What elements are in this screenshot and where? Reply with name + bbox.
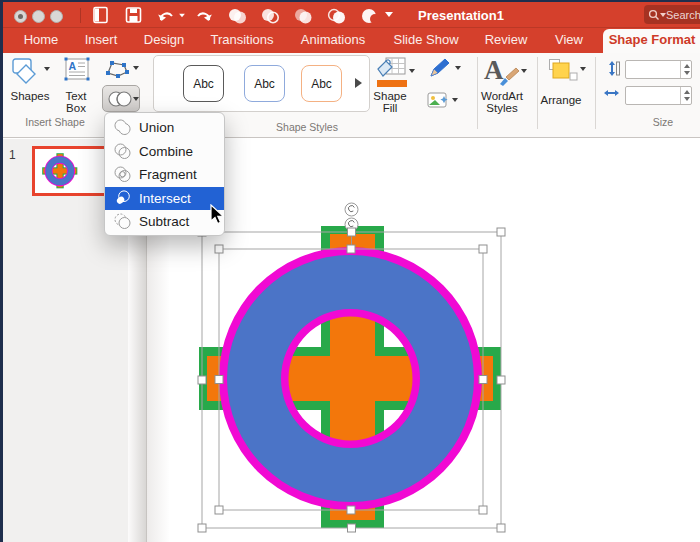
undo-icon[interactable] (157, 8, 175, 22)
cursor-pointer (209, 204, 225, 226)
tab-review[interactable]: Review (485, 27, 528, 53)
merge-intersect-icon[interactable] (326, 7, 348, 25)
merge-shapes-button[interactable] (102, 85, 140, 112)
menu-item-intersect[interactable]: Intersect (105, 187, 224, 211)
shape-outline-icon[interactable] (428, 57, 453, 79)
tab-animations[interactable]: Animations (301, 27, 365, 53)
shape-effects-icon[interactable] (427, 90, 450, 111)
shape-fill-caret[interactable] (409, 69, 415, 73)
size-group-label: Size (653, 116, 673, 128)
wordart-brush-icon (498, 67, 520, 87)
new-presentation-icon[interactable] (92, 6, 109, 24)
titlebar-separator (80, 8, 81, 23)
shape-styles-group-label: Shape Styles (276, 121, 338, 133)
combine-icon (113, 142, 132, 161)
tab-transitions[interactable]: Transitions (210, 27, 273, 53)
width-stepper[interactable] (680, 87, 691, 104)
shape-outline-caret[interactable] (455, 66, 461, 70)
width-icon (603, 86, 620, 100)
svg-text:A: A (69, 60, 77, 72)
shape-width-input[interactable] (625, 86, 692, 105)
menu-item-combine[interactable]: Combine (105, 140, 224, 164)
merge-subtract-icon[interactable] (359, 7, 381, 25)
slide-canvas[interactable] (169, 139, 700, 542)
tab-shape-format[interactable]: Shape Format (609, 27, 696, 53)
search-icon (648, 9, 660, 21)
merge-fragment-icon[interactable] (293, 7, 315, 25)
group-separator (537, 57, 538, 129)
merge-shapes-icon (107, 90, 133, 108)
shapes-button[interactable]: Shapes (0, 91, 60, 103)
shape-fill-button[interactable]: Shape Fill (370, 91, 410, 114)
edit-shape-icon[interactable] (104, 59, 131, 79)
shape-style-preview-1[interactable]: Abc (183, 65, 224, 102)
fragment-icon (113, 165, 132, 184)
tab-design[interactable]: Design (144, 27, 184, 53)
merge-union-icon[interactable] (227, 7, 249, 25)
close-button[interactable] (14, 10, 27, 23)
subtract-icon (113, 212, 132, 231)
redo-icon[interactable] (195, 8, 213, 22)
shape-height-input[interactable] (625, 60, 692, 79)
minimize-button[interactable] (32, 10, 45, 23)
screen-edge-top (0, 0, 700, 2)
title-bar: Presentation1 Search (0, 2, 700, 27)
search-box[interactable]: Search (644, 5, 700, 24)
undo-dropdown-caret[interactable] (179, 14, 185, 18)
slide-thumbnail-shape (40, 151, 80, 191)
search-placeholder: Search (666, 9, 700, 21)
slide-thumbnail[interactable] (32, 146, 108, 196)
wordart-caret[interactable] (521, 69, 527, 73)
shape-style-preview-2[interactable]: Abc (244, 65, 285, 102)
union-icon (113, 118, 132, 137)
shape-effects-caret[interactable] (452, 98, 458, 102)
shape-style-preview-3[interactable]: Abc (301, 65, 342, 102)
text-box-button[interactable]: Text Box (59, 91, 93, 114)
merge-shapes-menu: Union Combine Fragment Intersect (104, 112, 225, 236)
height-icon (604, 60, 620, 77)
arrange-caret[interactable] (580, 67, 586, 71)
tab-insert[interactable]: Insert (85, 27, 118, 53)
merge-combine-icon[interactable] (260, 7, 282, 25)
shape-fill-icon (374, 56, 408, 90)
window-title: Presentation1 (418, 8, 504, 23)
arrange-button[interactable]: Arrange (535, 95, 587, 107)
merge-shapes-caret (133, 97, 139, 101)
height-stepper[interactable] (680, 61, 691, 78)
save-icon[interactable] (125, 6, 142, 24)
tab-home[interactable]: Home (24, 27, 59, 53)
shapes-icon (12, 58, 44, 85)
powerpoint-window: Presentation1 Search Home Insert Design … (0, 0, 700, 542)
menu-item-union[interactable]: Union (105, 116, 224, 140)
tab-view[interactable]: View (555, 27, 583, 53)
edit-shape-caret[interactable] (133, 66, 139, 70)
slide-number: 1 (9, 148, 16, 162)
text-box-icon: A (64, 57, 90, 81)
menu-item-subtract[interactable]: Subtract (105, 210, 224, 234)
insert-shapes-group-label: Insert Shape (25, 116, 85, 128)
menu-item-fragment[interactable]: Fragment (105, 163, 224, 187)
intersect-icon (113, 189, 132, 208)
tab-slide-show[interactable]: Slide Show (393, 27, 458, 53)
arrange-icon (548, 58, 578, 84)
wordart-styles-button[interactable]: WordArt Styles (476, 91, 528, 114)
toolbar-overflow-icon[interactable] (385, 12, 393, 17)
close-dot (18, 14, 23, 19)
group-separator (595, 57, 596, 129)
style-gallery-more-arrow[interactable] (355, 78, 362, 88)
screen-edge-left (0, 0, 3, 542)
shapes-caret (44, 67, 50, 71)
shape-styles-gallery: Abc Abc Abc (153, 55, 370, 112)
zoom-button[interactable] (50, 10, 63, 23)
